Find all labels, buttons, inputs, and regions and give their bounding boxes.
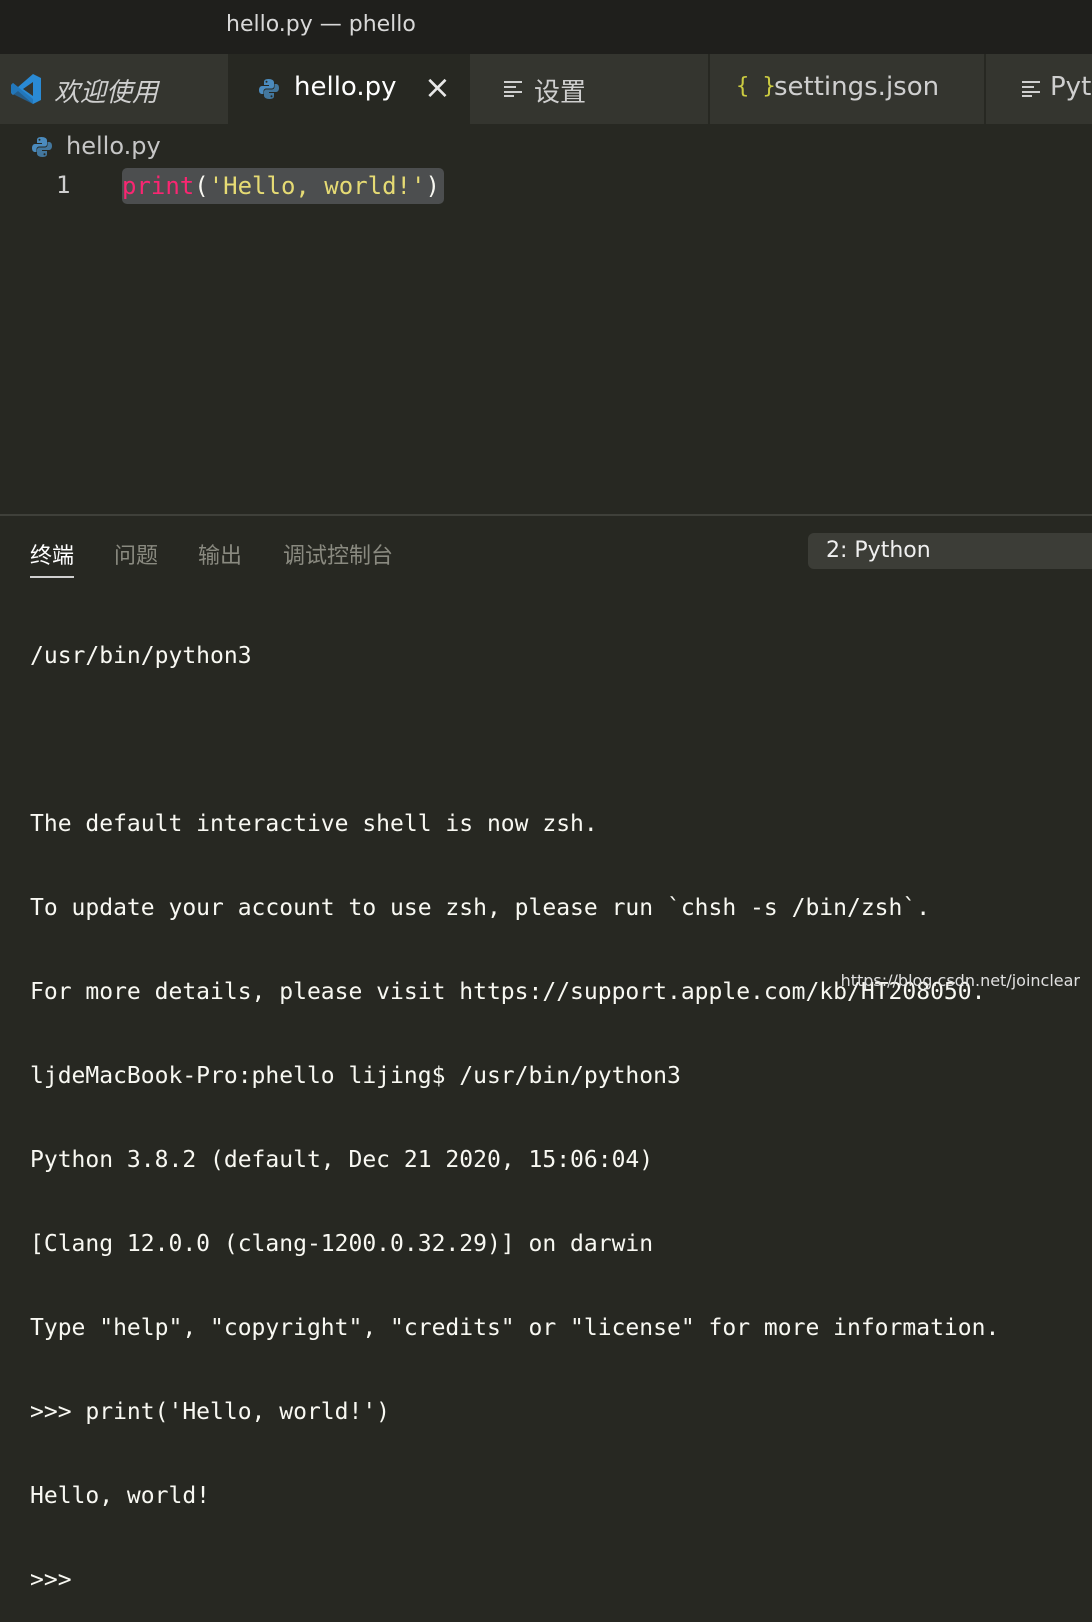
terminal-selector-value: 2: Python <box>826 538 931 563</box>
panel-tab-terminal[interactable]: 终端 <box>30 538 74 570</box>
terminal-line: ljdeMacBook-Pro:phello lijing$ /usr/bin/… <box>30 1062 1092 1090</box>
token-string: 'Hello, world!' <box>209 172 426 200</box>
python-file-icon <box>31 136 53 158</box>
terminal-line: Hello, world! <box>30 1482 1092 1510</box>
settings-lines-icon <box>504 81 522 97</box>
tab-label: settings.json <box>774 72 939 102</box>
active-tab-indicator <box>30 576 74 578</box>
breadcrumb-file[interactable]: hello.py <box>66 132 161 160</box>
terminal-line: To update your account to use zsh, pleas… <box>30 894 1092 922</box>
tab-label: 欢迎使用 <box>54 72 158 109</box>
tab-python-settings[interactable]: Pyt <box>986 54 1092 124</box>
terminal-line: /usr/bin/python3 <box>30 642 1092 670</box>
terminal-selector[interactable]: 2: Python <box>808 533 1092 569</box>
editor-tab-bar: 欢迎使用 hello.py × 设置 { } settings.j <box>0 54 1092 124</box>
terminal-line: Type "help", "copyright", "credits" or "… <box>30 1314 1092 1342</box>
window-title: hello.py — phello <box>226 12 416 37</box>
terminal-line: Python 3.8.2 (default, Dec 21 2020, 15:0… <box>30 1146 1092 1174</box>
panel-tab-problems[interactable]: 问题 <box>114 538 158 570</box>
breadcrumb: hello.py <box>0 124 1092 170</box>
python-file-icon <box>258 78 280 100</box>
tab-label: Pyt <box>1050 72 1091 102</box>
tab-hello-py[interactable]: hello.py × <box>230 54 470 124</box>
panel-header: 终端 问题 输出 调试控制台 2: Python <box>0 516 1092 580</box>
tab-label: 设置 <box>534 72 586 109</box>
terminal-line: The default interactive shell is now zsh… <box>30 810 1092 838</box>
vscode-logo-icon <box>10 72 42 106</box>
line-number: 1 <box>56 171 70 199</box>
token-paren-open: ( <box>194 172 208 200</box>
watermark: https://blog.csdn.net/joinclear <box>841 971 1080 990</box>
terminal-line: >>> print('Hello, world!') <box>30 1398 1092 1426</box>
tab-label: hello.py <box>294 72 397 102</box>
token-paren-close: ) <box>425 172 439 200</box>
token-function: print <box>122 172 194 200</box>
settings-lines-icon <box>1022 81 1040 97</box>
window-titlebar: hello.py — phello <box>0 0 1092 54</box>
tab-settings-json[interactable]: { } settings.json <box>710 54 986 124</box>
tab-welcome[interactable]: 欢迎使用 <box>0 54 230 124</box>
panel-tab-debug-console[interactable]: 调试控制台 <box>283 538 393 570</box>
terminal-prompt[interactable]: >>> <box>30 1566 1092 1594</box>
terminal-line: [Clang 12.0.0 (clang-1200.0.32.29)] on d… <box>30 1230 1092 1258</box>
code-editor[interactable]: 1 print('Hello, world!') <box>0 170 1092 513</box>
terminal-line <box>30 726 1092 754</box>
close-icon[interactable]: × <box>424 68 451 106</box>
panel-tab-output[interactable]: 输出 <box>198 538 242 570</box>
tab-settings[interactable]: 设置 <box>470 54 710 124</box>
json-braces-icon: { } <box>736 74 776 99</box>
code-line[interactable]: print('Hello, world!') <box>122 168 444 204</box>
terminal-output[interactable]: /usr/bin/python3 The default interactive… <box>30 586 1092 1622</box>
